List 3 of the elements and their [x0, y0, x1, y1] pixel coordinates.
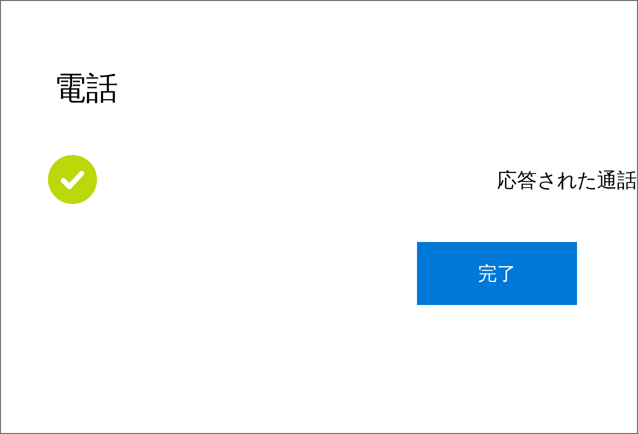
- done-button[interactable]: 完了: [417, 242, 577, 305]
- status-text: 応答された通話: [497, 166, 637, 194]
- window-title: 電話: [54, 68, 118, 109]
